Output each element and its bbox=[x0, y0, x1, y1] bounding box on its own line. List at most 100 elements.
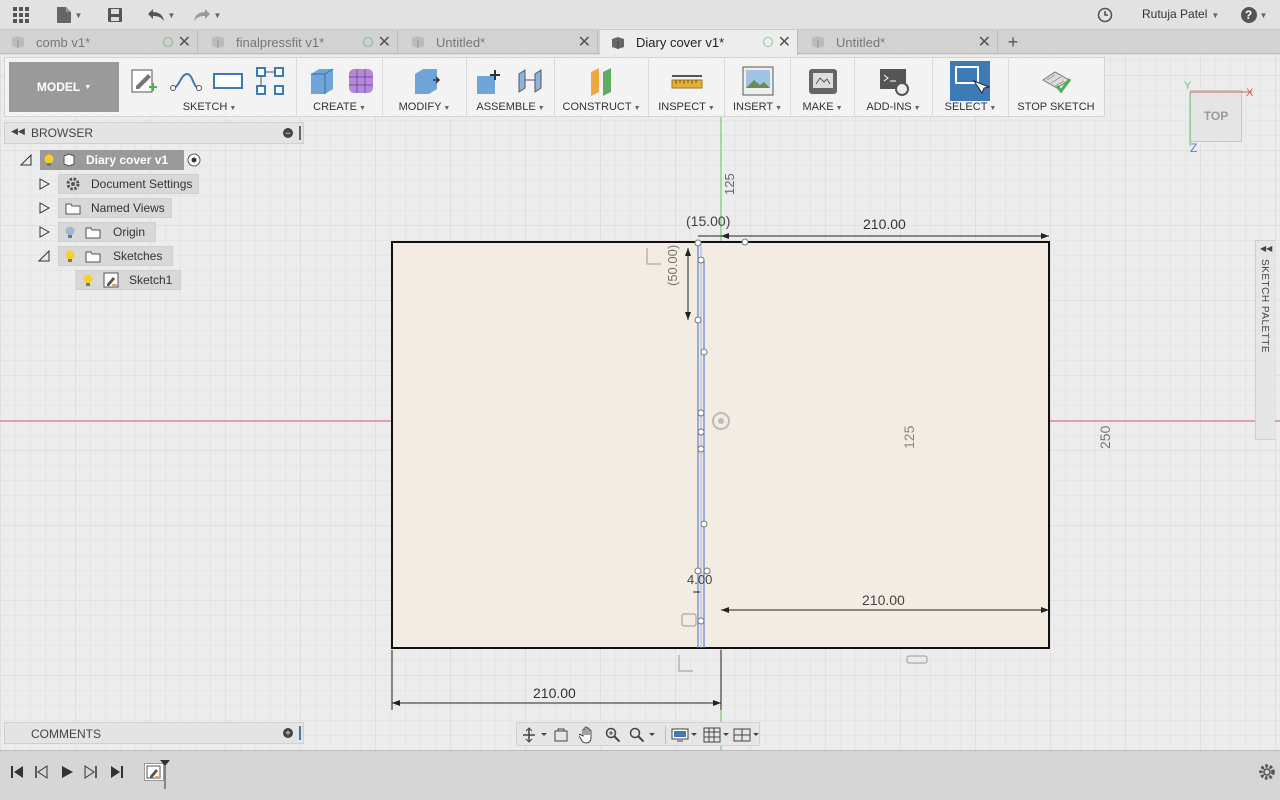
scripts-addins-icon[interactable] bbox=[877, 64, 911, 98]
close-tab-icon[interactable]: ✕ bbox=[978, 32, 991, 52]
last-step-icon[interactable] bbox=[110, 765, 124, 779]
pin-panel-icon[interactable] bbox=[299, 726, 301, 740]
comments-panel-header[interactable]: COMMENTS + bbox=[4, 722, 304, 744]
toolbar-group-modify[interactable]: MODIFY ▼ bbox=[383, 58, 467, 116]
fit-zoom-window-icon[interactable] bbox=[629, 727, 657, 743]
create-sketch-icon[interactable] bbox=[127, 64, 161, 98]
play-icon[interactable] bbox=[60, 765, 74, 779]
dimension-slot-width[interactable]: 4.00 bbox=[687, 572, 712, 587]
dimension-top-offset[interactable]: (15.00) bbox=[686, 213, 730, 229]
dimension-inner-width[interactable]: 210.00 bbox=[862, 592, 905, 608]
browser-item-sketch1[interactable]: Sketch1 bbox=[76, 270, 182, 290]
measure-icon[interactable] bbox=[670, 64, 704, 98]
tab-diary-cover[interactable]: Diary cover v1* ✕ bbox=[600, 30, 798, 55]
toolbar-group-construct[interactable]: CONSTRUCT ▼ bbox=[555, 58, 649, 116]
close-tab-icon[interactable]: ✕ bbox=[778, 32, 791, 52]
expand-toggle-icon[interactable] bbox=[38, 202, 50, 214]
project-include-icon[interactable] bbox=[253, 64, 287, 98]
browser-options-icon[interactable]: − bbox=[283, 128, 293, 138]
tab-comb[interactable]: comb v1* ✕ bbox=[0, 30, 198, 54]
form-icon[interactable] bbox=[345, 64, 379, 98]
toolbar-group-sketch[interactable]: SKETCH ▼ bbox=[123, 58, 297, 116]
browser-item-label: Document Settings bbox=[91, 177, 193, 191]
browser-item-root[interactable]: Diary cover v1 bbox=[40, 150, 202, 170]
help-menu[interactable]: ? ▼ bbox=[1238, 4, 1270, 26]
close-tab-icon[interactable]: ✕ bbox=[178, 32, 191, 52]
viewports-icon[interactable] bbox=[733, 727, 761, 743]
orbit-icon[interactable] bbox=[521, 727, 547, 743]
browser-panel-header[interactable]: ◀◀ BROWSER − bbox=[4, 122, 304, 144]
offset-plane-icon[interactable] bbox=[585, 64, 619, 98]
tab-untitled-1[interactable]: Untitled* ✕ bbox=[400, 30, 598, 54]
tab-finalpressfit[interactable]: finalpressfit v1* ✕ bbox=[200, 30, 398, 54]
first-step-icon[interactable] bbox=[10, 765, 24, 779]
next-step-icon[interactable] bbox=[84, 765, 98, 779]
file-menu-icon[interactable]: ▼ bbox=[55, 4, 83, 26]
visibility-bulb-icon[interactable] bbox=[83, 274, 93, 287]
display-settings-icon[interactable] bbox=[671, 727, 699, 743]
expand-toggle-icon[interactable] bbox=[38, 250, 50, 262]
stop-sketch-icon[interactable] bbox=[1039, 64, 1073, 98]
workspace-switcher-button[interactable]: MODEL ▼ bbox=[5, 58, 123, 116]
close-tab-icon[interactable]: ✕ bbox=[578, 32, 591, 52]
browser-item-origin[interactable]: Origin bbox=[58, 222, 157, 242]
dimension-top-width[interactable]: 210.00 bbox=[863, 216, 906, 232]
timeline-marker-icon[interactable] bbox=[158, 759, 172, 791]
insert-group-label: INSERT ▼ bbox=[732, 101, 783, 113]
toolbar-group-stop-sketch[interactable]: STOP SKETCH bbox=[1009, 58, 1103, 116]
toolbar-group-assemble[interactable]: ASSEMBLE ▼ bbox=[467, 58, 555, 116]
sketch-palette-panel[interactable]: ◀◀ SKETCH PALETTE bbox=[1255, 240, 1275, 440]
pan-hand-icon[interactable] bbox=[579, 726, 595, 744]
visibility-bulb-icon[interactable] bbox=[44, 154, 54, 167]
joint-icon[interactable] bbox=[513, 64, 547, 98]
extrude-icon[interactable] bbox=[305, 64, 339, 98]
pin-panel-icon[interactable] bbox=[299, 126, 301, 140]
browser-item-named-views[interactable]: Named Views bbox=[58, 198, 172, 218]
rectangle-tool-icon[interactable] bbox=[211, 64, 245, 98]
collapse-panel-icon[interactable]: ◀◀ bbox=[11, 126, 25, 137]
sketch-profile-rectangle[interactable] bbox=[391, 241, 1050, 649]
3d-print-icon[interactable] bbox=[806, 64, 840, 98]
expand-toggle-icon[interactable] bbox=[20, 154, 32, 166]
visibility-bulb-icon[interactable] bbox=[65, 250, 75, 263]
dimension-left-vertical[interactable]: (50.00) bbox=[665, 245, 680, 286]
select-tool-button[interactable] bbox=[950, 61, 991, 101]
app-grid-icon[interactable] bbox=[10, 4, 32, 26]
dimension-bottom-width[interactable]: 210.00 bbox=[533, 685, 576, 701]
browser-item-document-settings[interactable]: Document Settings bbox=[58, 174, 200, 194]
grid-snaps-icon[interactable] bbox=[703, 727, 731, 743]
add-comment-icon[interactable]: + bbox=[283, 728, 293, 738]
close-tab-icon[interactable]: ✕ bbox=[378, 32, 391, 52]
line-tool-icon[interactable] bbox=[169, 64, 203, 98]
toolbar-group-create[interactable]: CREATE ▼ bbox=[297, 58, 383, 116]
job-status-clock-icon[interactable] bbox=[1096, 4, 1114, 26]
insert-image-icon[interactable] bbox=[741, 64, 775, 98]
look-at-icon[interactable] bbox=[553, 727, 569, 743]
timeline-settings-gear-icon[interactable] bbox=[1258, 763, 1276, 781]
sketch-icon bbox=[103, 272, 119, 288]
toolbar-group-inspect[interactable]: INSPECT ▼ bbox=[649, 58, 725, 116]
tab-untitled-2[interactable]: Untitled* ✕ bbox=[800, 30, 998, 54]
expand-toggle-icon[interactable] bbox=[38, 178, 50, 190]
new-tab-plus-icon[interactable]: + bbox=[1004, 30, 1022, 54]
dimension-top-small[interactable]: 125 bbox=[722, 173, 737, 195]
press-pull-icon[interactable] bbox=[409, 64, 443, 98]
redo-icon[interactable]: ▼ bbox=[190, 4, 224, 26]
activate-radio-icon[interactable] bbox=[186, 152, 202, 168]
toolbar-group-insert[interactable]: INSERT ▼ bbox=[725, 58, 791, 116]
toolbar-group-add-ins[interactable]: ADD-INS ▼ bbox=[855, 58, 933, 116]
browser-item-sketches[interactable]: Sketches bbox=[58, 246, 174, 266]
expand-toggle-icon[interactable] bbox=[38, 226, 50, 238]
expand-palette-icon[interactable]: ◀◀ bbox=[1260, 244, 1272, 253]
new-component-icon[interactable] bbox=[473, 64, 507, 98]
undo-icon[interactable]: ▼ bbox=[144, 4, 178, 26]
zoom-icon[interactable] bbox=[605, 727, 621, 743]
previous-step-icon[interactable] bbox=[34, 765, 48, 779]
dimension-right-height[interactable]: 250 bbox=[1097, 426, 1113, 449]
toolbar-group-make[interactable]: MAKE ▼ bbox=[791, 58, 855, 116]
user-account-menu[interactable]: Rutuja Patel ▼ bbox=[1142, 7, 1219, 21]
dimension-center-height[interactable]: 125 bbox=[901, 426, 917, 449]
visibility-bulb-icon[interactable] bbox=[65, 226, 75, 239]
toolbar-group-select[interactable]: SELECT ▼ bbox=[933, 58, 1009, 116]
save-icon[interactable] bbox=[106, 4, 124, 26]
